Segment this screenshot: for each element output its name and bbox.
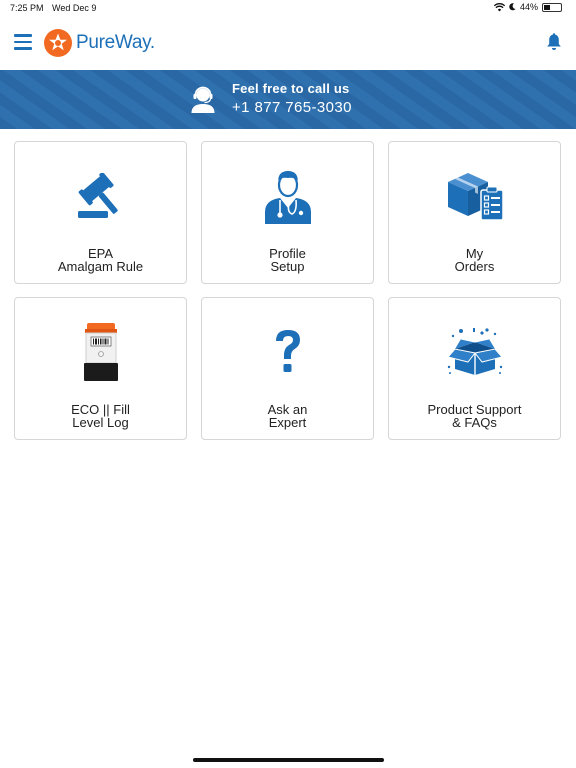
tile-profile-setup[interactable]: Profile Setup — [201, 141, 374, 284]
tile-label: Product Support & FAQs — [427, 402, 522, 430]
question-mark-icon — [275, 330, 300, 372]
tile-label: Profile Setup — [269, 246, 306, 274]
moon-icon — [509, 3, 516, 11]
battery-percent: 44% — [519, 2, 538, 12]
tile-label: My Orders — [454, 246, 495, 274]
call-us-banner[interactable]: Feel free to call us +1 877 765-3030 — [0, 70, 576, 129]
doctor-icon — [264, 171, 311, 224]
bell-icon[interactable] — [546, 33, 562, 51]
tile-label: Ask an Expert — [267, 402, 308, 430]
tile-label: EPA Amalgam Rule — [57, 246, 144, 274]
banner-call-text: Feel free to call us — [232, 81, 350, 96]
open-box-icon — [446, 328, 503, 375]
orders-box-icon — [447, 173, 504, 221]
battery-icon — [542, 2, 562, 12]
status-bar: 7:25 PM Wed Dec 9 44% — [0, 0, 576, 16]
support-agent-icon — [191, 86, 215, 113]
tile-my-orders[interactable]: My Orders — [388, 141, 561, 284]
tile-ask-an-expert[interactable]: Ask an Expert — [201, 297, 374, 440]
home-indicator[interactable] — [193, 758, 384, 762]
tile-product-support-faqs[interactable]: Product Support & FAQs — [388, 297, 561, 440]
tile-eco-fill-level-log[interactable]: ECO || Fill Level Log — [14, 297, 187, 440]
logo-star-icon — [44, 29, 72, 57]
wifi-icon — [493, 2, 505, 11]
nav-bar: PureWay. — [0, 24, 576, 64]
status-time: 7:25 PM — [10, 3, 44, 13]
hamburger-menu-icon[interactable] — [14, 34, 32, 50]
status-indicators: 44% — [493, 2, 562, 12]
status-date: Wed Dec 9 — [52, 3, 97, 13]
banner-phone-number[interactable]: +1 877 765-3030 — [232, 99, 352, 116]
logo-text: PureWay. — [76, 32, 155, 53]
tile-label: ECO || Fill Level Log — [71, 402, 130, 430]
tile-epa-amalgam-rule[interactable]: EPA Amalgam Rule — [14, 141, 187, 284]
container-icon — [83, 323, 118, 381]
pureway-logo: PureWay. — [44, 29, 155, 57]
battery-fill — [544, 4, 550, 10]
gavel-icon — [77, 173, 118, 218]
